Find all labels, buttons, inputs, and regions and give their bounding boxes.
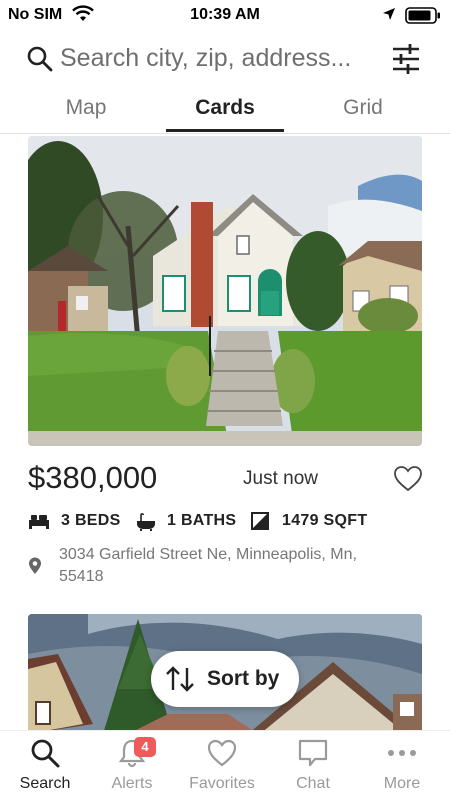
bottom-navigation: Search 4 Alerts Favorites Chat More <box>0 730 450 800</box>
bathtub-icon <box>137 513 155 531</box>
tab-cards[interactable]: Cards <box>166 96 284 120</box>
nav-search-label: Search <box>19 775 71 792</box>
beds-count: 3 BEDS <box>61 512 121 529</box>
listing-address[interactable]: 3034 Garfield Street Ne, Minneapolis, Mn… <box>59 544 399 588</box>
nav-favorites-label: Favorites <box>189 775 255 792</box>
nav-more[interactable]: More <box>357 731 447 800</box>
nav-chat-label: Chat <box>296 775 330 792</box>
alerts-badge: 4 <box>134 737 156 757</box>
search-icon <box>27 46 53 72</box>
square-footage: 1479 SQFT <box>282 512 368 529</box>
location-arrow-icon <box>383 8 395 20</box>
listing-price: $380,000 <box>28 460 158 495</box>
nav-alerts-label: Alerts <box>111 775 153 792</box>
search-bar[interactable]: Search city, zip, address... <box>0 38 450 82</box>
listing-posted-time: Just now <box>243 468 318 489</box>
nav-favorites[interactable]: Favorites <box>177 731 267 800</box>
search-input[interactable]: Search city, zip, address... <box>60 44 351 73</box>
nav-chat[interactable]: Chat <box>268 731 358 800</box>
favorite-heart-icon[interactable] <box>393 465 423 493</box>
square-footage-icon <box>251 512 269 530</box>
more-dots-icon <box>388 750 416 756</box>
sort-by-label: Sort by <box>207 667 280 690</box>
battery-icon <box>405 7 440 24</box>
house-photo-image <box>28 136 422 446</box>
listing-photo[interactable] <box>28 136 422 446</box>
bed-icon <box>29 515 49 529</box>
heart-icon <box>207 739 237 767</box>
listing-features: 3 BEDS 1 BATHS 1479 SQFT <box>28 510 428 534</box>
chat-bubble-icon <box>298 739 328 767</box>
status-bar: No SIM 10:39 AM <box>0 0 450 32</box>
nav-alerts[interactable]: 4 Alerts <box>87 731 177 800</box>
search-icon <box>31 739 60 768</box>
tab-grid[interactable]: Grid <box>303 96 423 120</box>
location-pin-icon <box>29 557 41 574</box>
view-tabs: Map Cards Grid <box>0 92 450 134</box>
sort-arrows-icon <box>166 666 194 692</box>
active-tab-indicator <box>166 129 284 132</box>
baths-count: 1 BATHS <box>167 512 237 529</box>
nav-more-label: More <box>383 775 421 792</box>
filter-sliders-icon[interactable] <box>391 43 421 75</box>
sort-by-button[interactable]: Sort by <box>151 651 299 707</box>
nav-search[interactable]: Search <box>0 731 90 800</box>
tab-map[interactable]: Map <box>26 96 146 120</box>
